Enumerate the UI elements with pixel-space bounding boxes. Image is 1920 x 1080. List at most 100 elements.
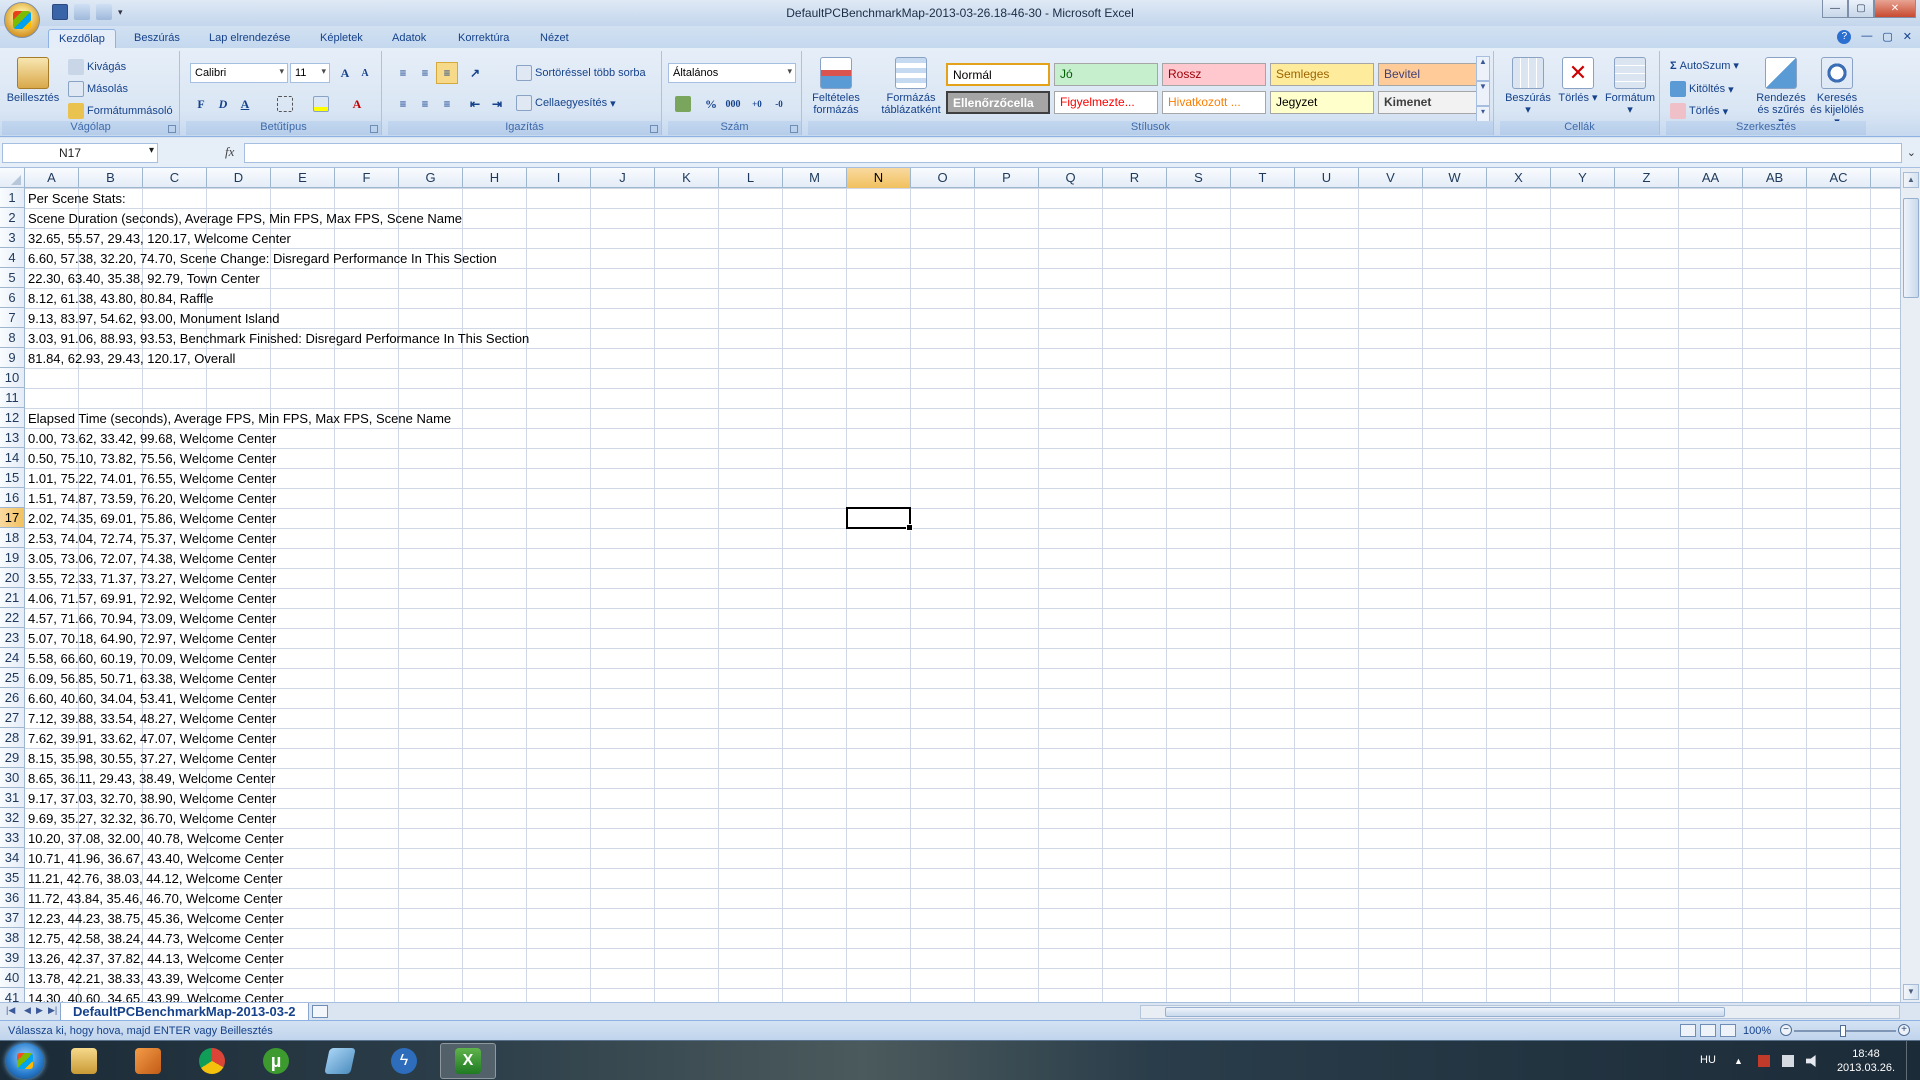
italic-button[interactable]: D [212, 93, 234, 115]
cell-a[interactable]: 32.65, 55.57, 29.43, 120.17, Welcome Cen… [28, 229, 291, 249]
column-header[interactable]: X [1487, 168, 1551, 188]
row-header[interactable]: 33 [0, 828, 25, 848]
column-header[interactable]: C [143, 168, 207, 188]
column-header[interactable]: P [975, 168, 1039, 188]
network-icon[interactable] [1782, 1055, 1794, 1067]
column-header[interactable]: U [1295, 168, 1359, 188]
cell-style-output[interactable]: Kimenet [1378, 91, 1482, 114]
tab-review[interactable]: Korrektúra [448, 29, 519, 48]
row-header[interactable]: 38 [0, 928, 25, 948]
copy-button[interactable]: Másolás [68, 81, 128, 97]
tab-insert[interactable]: Beszúrás [124, 29, 190, 48]
column-header[interactable]: O [911, 168, 975, 188]
column-header[interactable]: W [1423, 168, 1487, 188]
cell-a[interactable]: 0.50, 75.10, 73.82, 75.56, Welcome Cente… [28, 449, 276, 469]
shrink-font-icon[interactable]: A [354, 62, 376, 84]
dialog-launcher-icon[interactable] [370, 125, 378, 133]
column-header[interactable]: K [655, 168, 719, 188]
cell-a[interactable]: 2.02, 74.35, 69.01, 75.86, Welcome Cente… [28, 509, 276, 529]
task-excel[interactable]: X [440, 1043, 496, 1079]
cell-a[interactable]: 9.69, 35.27, 32.32, 36.70, Welcome Cente… [28, 809, 276, 829]
row-header[interactable]: 11 [0, 388, 25, 408]
cell-a[interactable]: Per Scene Stats: [28, 189, 126, 209]
help-icon[interactable]: ? [1837, 30, 1852, 44]
dialog-launcher-icon[interactable] [790, 125, 798, 133]
cell-a[interactable]: 3.05, 73.06, 72.07, 74.38, Welcome Cente… [28, 549, 276, 569]
dialog-launcher-icon[interactable] [650, 125, 658, 133]
cell-style-normal[interactable]: Normál [946, 63, 1050, 86]
cell-a[interactable]: 3.03, 91.06, 88.93, 93.53, Benchmark Fin… [28, 329, 529, 349]
align-bottom-icon[interactable]: ≡ [436, 62, 458, 84]
cell-a[interactable]: 6.60, 57.38, 32.20, 74.70, Scene Change:… [28, 249, 497, 269]
row-header[interactable]: 6 [0, 288, 25, 308]
cell-a[interactable]: 22.30, 63.40, 35.38, 92.79, Town Center [28, 269, 260, 289]
fill-button[interactable]: Kitöltés ▾ [1670, 81, 1734, 97]
column-header[interactable]: S [1167, 168, 1231, 188]
column-header[interactable]: V [1359, 168, 1423, 188]
column-header[interactable]: AC [1807, 168, 1871, 188]
vertical-scroll-thumb[interactable] [1903, 198, 1919, 298]
name-box[interactable]: N17 [2, 143, 158, 163]
zoom-in-icon[interactable]: + [1898, 1024, 1910, 1036]
row-header[interactable]: 41 [0, 988, 25, 1002]
tab-home[interactable]: Kezdőlap [48, 29, 116, 48]
format-cells-button[interactable]: Formátum ▾ [1604, 57, 1656, 116]
row-header[interactable]: 24 [0, 648, 25, 668]
row-header[interactable]: 9 [0, 348, 25, 368]
cell-a[interactable]: 6.60, 40.60, 34.04, 53.41, Welcome Cente… [28, 689, 276, 709]
cell-a[interactable]: 0.00, 73.62, 33.42, 99.68, Welcome Cente… [28, 429, 276, 449]
clock[interactable]: 18:48 2013.03.26. [1836, 1047, 1896, 1075]
gallery-down-icon[interactable]: ▼ [1476, 81, 1490, 106]
zoom-out-icon[interactable]: − [1780, 1024, 1792, 1036]
underline-button[interactable]: A [234, 93, 256, 115]
grow-font-icon[interactable]: A [334, 62, 356, 84]
maximize-button[interactable]: ▢ [1848, 0, 1874, 18]
cell-a[interactable]: 1.51, 74.87, 73.59, 76.20, Welcome Cente… [28, 489, 276, 509]
first-sheet-icon[interactable]: |◀ [6, 1005, 15, 1016]
formula-input[interactable] [244, 143, 1902, 163]
align-left-icon[interactable]: ≡ [392, 93, 414, 115]
align-top-icon[interactable]: ≡ [392, 62, 414, 84]
column-header[interactable]: Y [1551, 168, 1615, 188]
thousands-button[interactable]: 000 [722, 93, 744, 115]
last-sheet-icon[interactable]: ▶| [48, 1005, 57, 1016]
cell-a[interactable]: 7.62, 39.91, 33.62, 47.07, Welcome Cente… [28, 729, 276, 749]
zoom-knob[interactable] [1840, 1025, 1846, 1037]
column-header[interactable]: AB [1743, 168, 1807, 188]
row-header[interactable]: 31 [0, 788, 25, 808]
tab-formulas[interactable]: Képletek [310, 29, 373, 48]
minimize-button[interactable]: — [1822, 0, 1848, 18]
row-header[interactable]: 32 [0, 808, 25, 828]
column-header[interactable]: Q [1039, 168, 1103, 188]
percent-button[interactable]: % [700, 93, 722, 115]
row-header[interactable]: 8 [0, 328, 25, 348]
scroll-up-icon[interactable]: ▲ [1903, 172, 1919, 188]
task-media-player[interactable] [120, 1043, 176, 1079]
language-indicator[interactable]: HU [1700, 1054, 1716, 1066]
autosum-button[interactable]: Σ AutoSzum ▾ [1670, 59, 1739, 73]
paste-button[interactable]: Beillesztés [6, 57, 60, 104]
row-header[interactable]: 25 [0, 668, 25, 688]
row-header[interactable]: 36 [0, 888, 25, 908]
horizontal-scrollbar[interactable] [1140, 1005, 1900, 1019]
cell-a[interactable]: 2.53, 74.04, 72.74, 75.37, Welcome Cente… [28, 529, 276, 549]
row-header[interactable]: 37 [0, 908, 25, 928]
page-layout-view-icon[interactable] [1700, 1024, 1716, 1037]
cell-a[interactable]: 12.23, 44.23, 38.75, 45.36, Welcome Cent… [28, 909, 284, 929]
volume-icon[interactable] [1806, 1055, 1816, 1067]
font-size-select[interactable]: 11 [290, 63, 330, 83]
cell-a[interactable]: 10.20, 37.08, 32.00, 40.78, Welcome Cent… [28, 829, 284, 849]
cell-a[interactable]: 14.30, 40.60, 34.65, 43.99, Welcome Cent… [28, 989, 284, 1002]
tab-page-layout[interactable]: Lap elrendezése [199, 29, 300, 48]
prev-sheet-icon[interactable]: ◀ [24, 1005, 31, 1016]
column-header[interactable]: G [399, 168, 463, 188]
cell-style-warning[interactable]: Figyelmezte... [1054, 91, 1158, 114]
row-header[interactable]: 5 [0, 268, 25, 288]
cell-a[interactable]: Scene Duration (seconds), Average FPS, M… [28, 209, 462, 229]
cells-area[interactable]: Per Scene Stats: Scene Duration (seconds)… [25, 188, 1900, 1002]
cell-a[interactable]: 11.72, 43.84, 35.46, 46.70, Welcome Cent… [28, 889, 283, 909]
next-sheet-icon[interactable]: ▶ [36, 1005, 43, 1016]
show-hidden-icons-icon[interactable]: ▲ [1734, 1055, 1746, 1067]
cell-a[interactable]: 8.12, 61.38, 43.80, 80.84, Raffle [28, 289, 214, 309]
column-header[interactable]: R [1103, 168, 1167, 188]
